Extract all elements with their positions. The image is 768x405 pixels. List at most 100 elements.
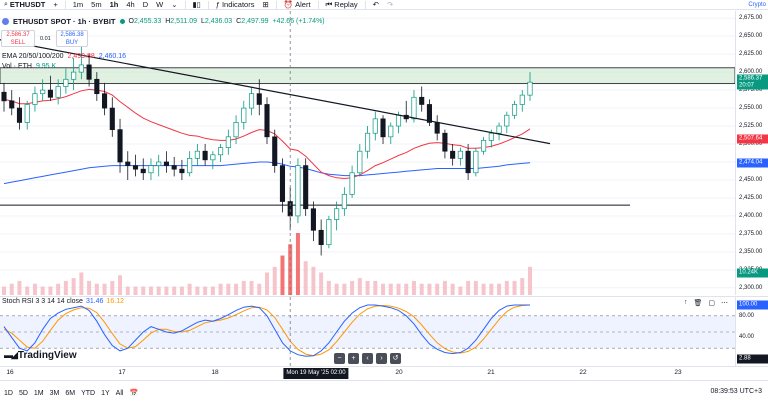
delete-icon[interactable]: 🗑 bbox=[694, 299, 703, 307]
more-icon[interactable]: ⋯ bbox=[721, 299, 728, 307]
candle-body bbox=[171, 165, 177, 170]
scroll-right-button[interactable]: › bbox=[376, 353, 387, 364]
time-tick: 20 bbox=[395, 369, 403, 376]
stoch-tick: 80.00 bbox=[739, 312, 755, 319]
price-tick: 2,650.00 bbox=[739, 33, 763, 40]
candle-body bbox=[519, 94, 525, 105]
price-badge[interactable]: 2,474.04 bbox=[737, 158, 768, 168]
range-3m[interactable]: 3M bbox=[50, 390, 60, 397]
ema-legend[interactable]: EMA 20/50/100/200 2,499.88 2,460.16 bbox=[2, 53, 126, 60]
price-badge[interactable]: 10.24K bbox=[737, 268, 768, 278]
symbol-search-button[interactable]: ⌕ ETHUSDT bbox=[0, 0, 49, 10]
volume-bar bbox=[141, 286, 146, 295]
ema-value-fast: 2,499.88 bbox=[67, 53, 95, 60]
interval-dropdown-button[interactable]: ⌄ bbox=[167, 0, 181, 10]
candle-body bbox=[496, 125, 502, 134]
candle-body bbox=[357, 150, 363, 174]
volume-bar bbox=[481, 283, 486, 295]
undo-button[interactable]: ↶ bbox=[369, 0, 383, 10]
candle-body bbox=[109, 107, 115, 130]
stoch-d-value: 16.12 bbox=[106, 298, 124, 305]
range-1m[interactable]: 1M bbox=[34, 390, 44, 397]
stoch-badge[interactable]: 100.00 bbox=[737, 300, 768, 310]
range-ytd[interactable]: YTD bbox=[81, 390, 95, 397]
replay-button[interactable]: ⏮ Replay bbox=[322, 0, 362, 10]
main-chart-pane[interactable]: ETHUSDT SPOT · 1h · BYBIT O2,455.33 H2,5… bbox=[0, 11, 735, 295]
zoom-in-button[interactable]: + bbox=[348, 353, 359, 364]
symbol-label: ETHUSDT bbox=[9, 0, 46, 9]
volume-bar bbox=[326, 280, 331, 295]
price-badge[interactable]: 2,507.64 bbox=[737, 134, 768, 144]
candles-icon: ▮▯ bbox=[192, 0, 201, 9]
volume-bar bbox=[528, 266, 532, 295]
account-button[interactable]: Crypto bbox=[744, 0, 768, 10]
reset-chart-button[interactable]: ↺ bbox=[390, 353, 401, 364]
pane-tools: ↑ 🗑 ▢ ⋯ bbox=[684, 299, 728, 307]
candle-body bbox=[365, 132, 371, 152]
candle-body bbox=[256, 93, 262, 105]
volume-bar bbox=[87, 280, 92, 295]
scroll-left-button[interactable]: ‹ bbox=[362, 353, 373, 364]
candle-body bbox=[334, 208, 340, 220]
volume-bar bbox=[311, 266, 316, 295]
interval-1m[interactable]: 1m bbox=[69, 0, 87, 10]
stoch-legend[interactable]: Stoch RSI 3 3 14 14 close 31.46 16.12 bbox=[2, 298, 124, 305]
open-value-group: O2,455.33 bbox=[129, 18, 162, 25]
calendar-icon[interactable]: 📅 bbox=[129, 389, 138, 397]
stoch-scale[interactable]: 80.00 40.00 100.00 2.88 bbox=[735, 296, 768, 366]
price-badge[interactable]: 2,586.37 20:07 bbox=[737, 74, 768, 90]
range-all[interactable]: All bbox=[116, 390, 124, 397]
chart-type-button[interactable]: ▮▯ bbox=[189, 0, 205, 10]
range-6m[interactable]: 6M bbox=[65, 390, 75, 397]
price-tick: 2,400.00 bbox=[739, 212, 763, 219]
interval-4h[interactable]: 4h bbox=[122, 0, 138, 10]
candle bbox=[24, 100, 30, 130]
candle-body bbox=[411, 96, 417, 120]
resistance-zone bbox=[0, 67, 735, 85]
interval-1h[interactable]: 1h bbox=[106, 0, 123, 10]
volume-bar bbox=[272, 266, 277, 295]
layout-button[interactable]: ⊞ bbox=[258, 0, 272, 10]
compare-symbol-button[interactable]: + bbox=[49, 0, 61, 10]
alert-button[interactable]: ⏰ Alert bbox=[280, 0, 315, 10]
time-axis[interactable]: 16 17 18 Mon 19 May '25 02:00 20 21 22 23 bbox=[0, 366, 768, 380]
indicators-button[interactable]: ƒ Indicators bbox=[212, 0, 259, 10]
sell-button[interactable]: 2,586.37 SELL bbox=[1, 30, 35, 47]
buy-button[interactable]: 2,586.38 BUY bbox=[56, 30, 88, 47]
volume-bar bbox=[156, 286, 161, 295]
candle-body bbox=[40, 89, 46, 95]
candle bbox=[380, 115, 386, 145]
candle-body bbox=[210, 154, 216, 161]
volume-bar bbox=[25, 286, 30, 295]
price-scale[interactable]: 2,675.00 2,650.00 2,625.00 2,600.00 2,575.00… bbox=[735, 11, 768, 295]
tradingview-logo[interactable]: ▬◢ TradingView bbox=[4, 350, 77, 361]
time-tick: 18 bbox=[211, 369, 219, 376]
volume-legend[interactable]: Vol · ETH 9.95 K bbox=[2, 63, 56, 70]
plus-icon: + bbox=[53, 0, 58, 9]
redo-button[interactable]: ↷ bbox=[383, 0, 397, 10]
interval-d[interactable]: D bbox=[139, 0, 152, 10]
candle-body bbox=[279, 165, 286, 202]
zoom-out-button[interactable]: − bbox=[334, 353, 345, 364]
chart-nav-controls: − + ‹ › ↺ bbox=[334, 353, 401, 364]
price-tick: 2,675.00 bbox=[739, 15, 763, 22]
interval-5m[interactable]: 5m bbox=[87, 0, 105, 10]
redo-icon: ↷ bbox=[386, 0, 394, 9]
toolbar-divider bbox=[364, 0, 366, 9]
interval-w[interactable]: W bbox=[152, 0, 167, 10]
maximize-icon[interactable]: ▢ bbox=[708, 299, 715, 307]
candle bbox=[1, 82, 7, 112]
range-1y[interactable]: 1Y bbox=[101, 390, 110, 397]
arrow-up-icon[interactable]: ↑ bbox=[684, 299, 688, 307]
legend-title[interactable]: ETHUSDT SPOT · 1h · BYBIT bbox=[13, 17, 116, 26]
candle-body bbox=[55, 86, 61, 98]
candle bbox=[434, 115, 440, 141]
range-1d[interactable]: 1D bbox=[4, 390, 13, 397]
candle-body bbox=[16, 107, 23, 123]
utc-time[interactable]: 08:39:53 UTC+3 bbox=[710, 388, 762, 395]
range-5d[interactable]: 5D bbox=[19, 390, 28, 397]
candle-body bbox=[102, 93, 108, 109]
candle bbox=[511, 100, 518, 119]
close-value-group: C2,497.99 bbox=[236, 18, 268, 25]
stoch-badge[interactable]: 2.88 bbox=[737, 354, 768, 364]
